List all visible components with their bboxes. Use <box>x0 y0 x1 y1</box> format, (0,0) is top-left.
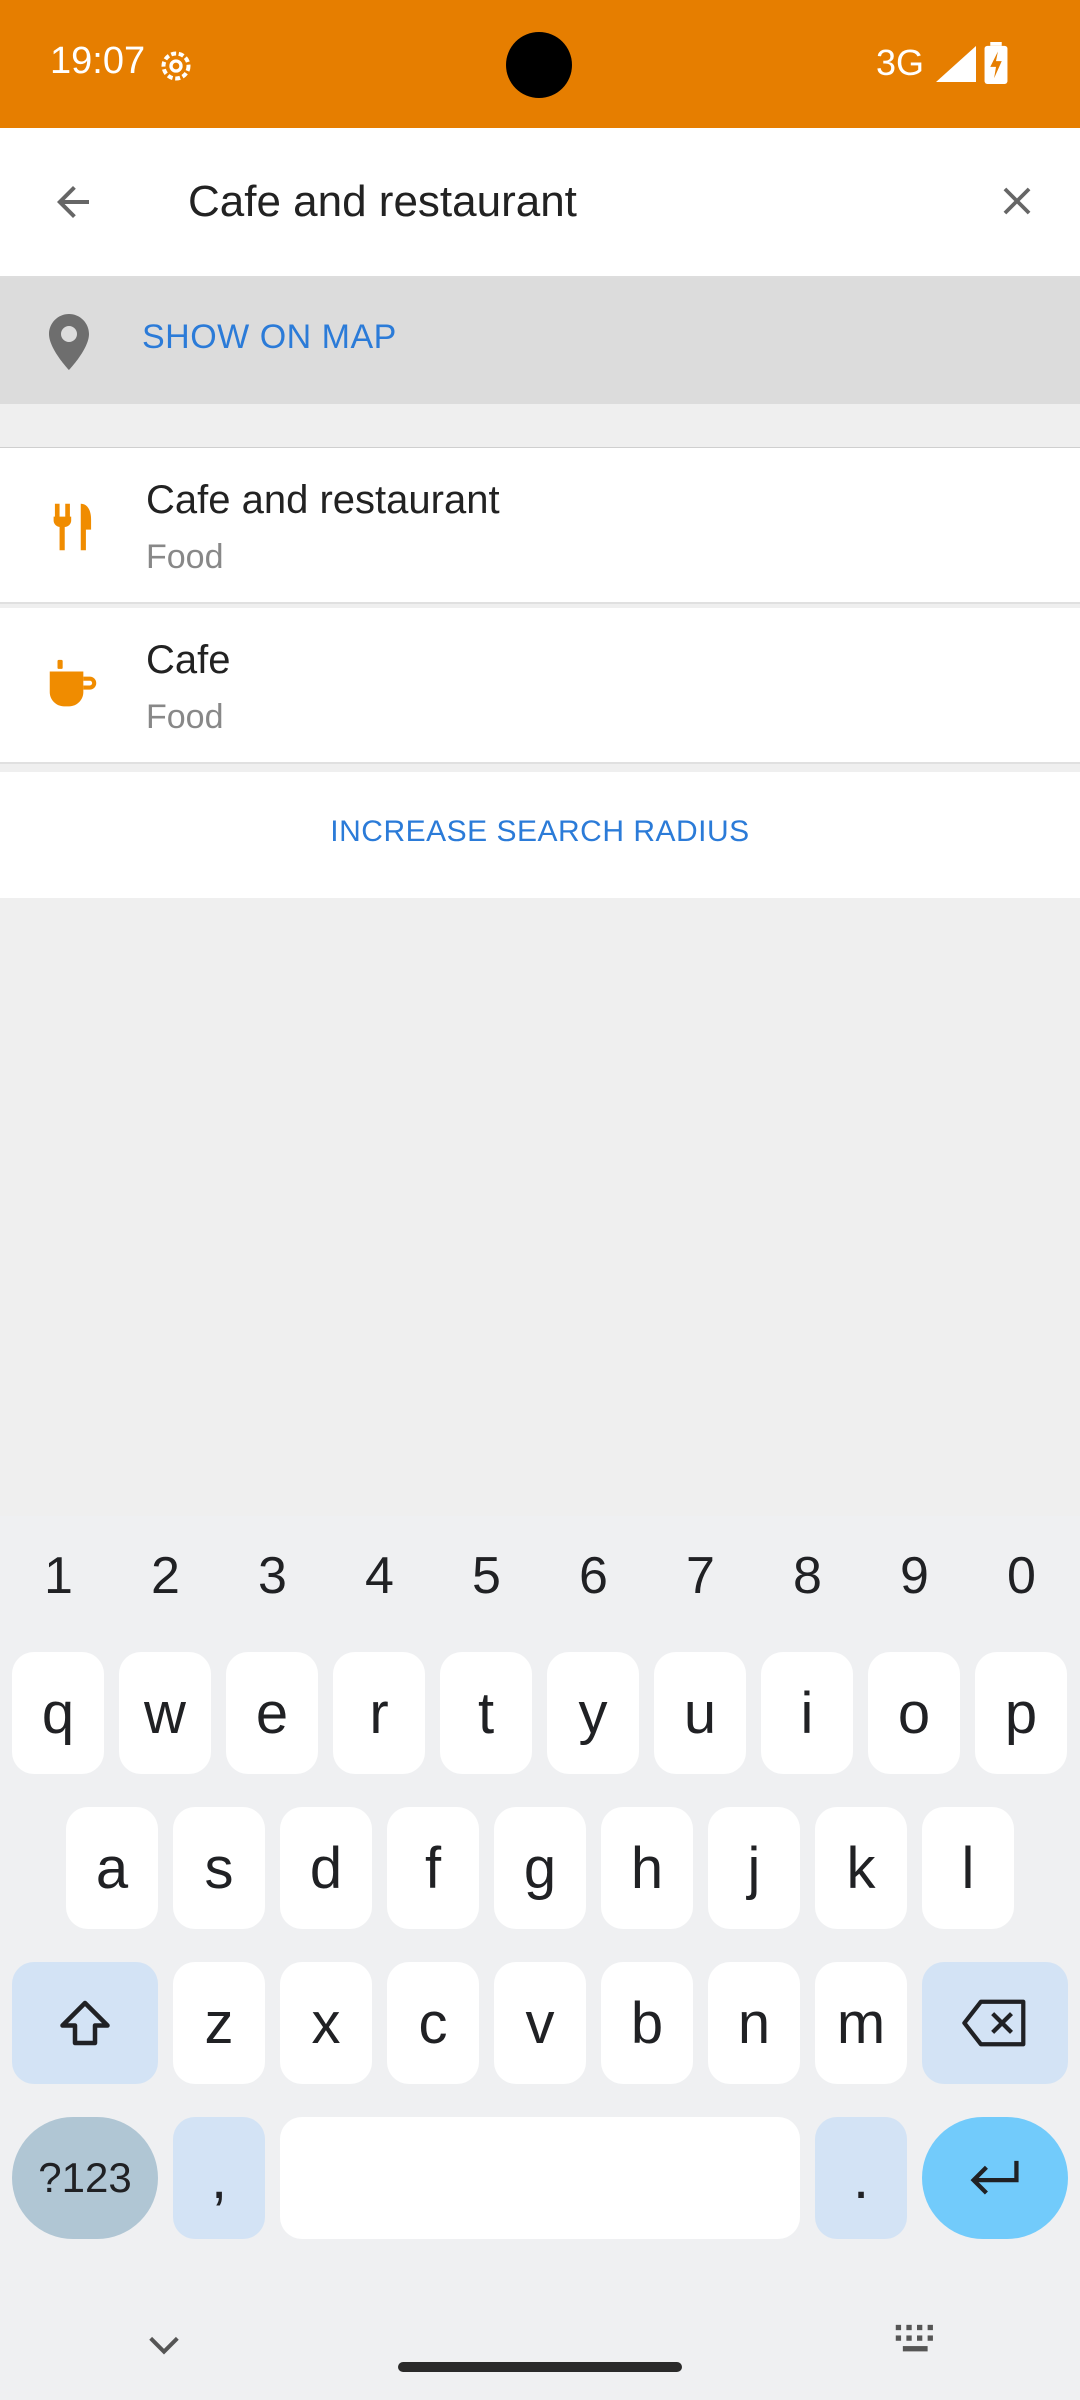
camera-cutout <box>506 32 572 98</box>
backspace-icon <box>962 1999 1026 2047</box>
shift-key[interactable] <box>12 1962 158 2084</box>
key-o[interactable]: o <box>868 1652 960 1774</box>
enter-arrow-icon <box>970 2160 1019 2195</box>
back-button[interactable] <box>0 128 146 276</box>
key-b[interactable]: b <box>601 1962 693 2084</box>
key-y[interactable]: y <box>547 1652 639 1774</box>
key-z[interactable]: z <box>173 1962 265 2084</box>
map-pin-icon <box>49 314 89 370</box>
key-0[interactable]: 0 <box>968 1546 1075 1606</box>
key-d[interactable]: d <box>280 1807 372 1929</box>
shift-icon <box>60 2000 110 2046</box>
key-q[interactable]: q <box>12 1652 104 1774</box>
empty-space <box>0 944 1080 1516</box>
backspace-key[interactable] <box>922 1962 1068 2084</box>
close-icon <box>1003 187 1031 215</box>
key-c[interactable]: c <box>387 1962 479 2084</box>
key-l[interactable]: l <box>922 1807 1014 1929</box>
result-title: Cafe <box>146 638 231 682</box>
fork-knife-icon <box>53 503 92 551</box>
comma-key[interactable]: , <box>173 2117 265 2239</box>
result-title: Cafe and restaurant <box>146 478 500 522</box>
arrow-left-icon <box>57 186 89 218</box>
increase-radius-row: INCREASE SEARCH RADIUS <box>0 772 1080 898</box>
key-n[interactable]: n <box>708 1962 800 2084</box>
period-key[interactable]: . <box>815 2117 907 2239</box>
enter-key[interactable] <box>922 2117 1068 2239</box>
key-i[interactable]: i <box>761 1652 853 1774</box>
list-item[interactable]: Cafe Food <box>0 608 1080 764</box>
key-j[interactable]: j <box>708 1807 800 1929</box>
symbols-key[interactable]: ?123 <box>12 2117 158 2239</box>
search-input[interactable] <box>188 128 954 276</box>
key-1[interactable]: 1 <box>5 1546 112 1606</box>
battery-charging-icon <box>984 42 1008 84</box>
key-u[interactable]: u <box>654 1652 746 1774</box>
keyboard-switch-icon[interactable] <box>894 2322 940 2356</box>
key-a[interactable]: a <box>66 1807 158 1929</box>
key-9[interactable]: 9 <box>861 1546 968 1606</box>
network-type: 3G <box>876 42 925 83</box>
search-bar <box>0 128 1080 278</box>
key-s[interactable]: s <box>173 1807 265 1929</box>
chevron-down-icon[interactable] <box>144 2330 184 2360</box>
key-w[interactable]: w <box>119 1652 211 1774</box>
key-2[interactable]: 2 <box>112 1546 219 1606</box>
navigation-handle[interactable] <box>398 2362 682 2372</box>
soft-keyboard: 1 2 3 4 5 6 7 8 9 0 <box>0 1516 1080 2400</box>
signal-icon <box>936 46 976 82</box>
key-5[interactable]: 5 <box>433 1546 540 1606</box>
clear-search-button[interactable] <box>954 138 1080 264</box>
space-key[interactable] <box>280 2117 800 2239</box>
status-time: 19:07 <box>50 40 146 82</box>
list-item[interactable]: Cafe and restaurant Food <box>0 448 1080 604</box>
key-v[interactable]: v <box>494 1962 586 2084</box>
key-4[interactable]: 4 <box>326 1546 433 1606</box>
key-7[interactable]: 7 <box>647 1546 754 1606</box>
key-h[interactable]: h <box>601 1807 693 1929</box>
key-k[interactable]: k <box>815 1807 907 1929</box>
show-on-map-label: SHOW ON MAP <box>142 318 397 356</box>
number-row: 1 2 3 4 5 6 7 8 9 0 <box>0 1516 1080 1642</box>
section-divider <box>0 404 1080 448</box>
key-f[interactable]: f <box>387 1807 479 1929</box>
key-8[interactable]: 8 <box>754 1546 861 1606</box>
key-t[interactable]: t <box>440 1652 532 1774</box>
key-e[interactable]: e <box>226 1652 318 1774</box>
settings-gear-icon <box>161 51 191 81</box>
show-on-map-button[interactable]: SHOW ON MAP <box>0 278 1080 404</box>
increase-search-radius-button[interactable]: INCREASE SEARCH RADIUS <box>42 790 1038 874</box>
coffee-cup-icon <box>49 659 97 707</box>
result-category: Food <box>146 538 224 576</box>
key-p[interactable]: p <box>975 1652 1067 1774</box>
result-category: Food <box>146 698 224 736</box>
status-bar: 19:07 3G <box>0 0 1080 128</box>
key-6[interactable]: 6 <box>540 1546 647 1606</box>
key-x[interactable]: x <box>280 1962 372 2084</box>
key-3[interactable]: 3 <box>219 1546 326 1606</box>
key-g[interactable]: g <box>494 1807 586 1929</box>
key-r[interactable]: r <box>333 1652 425 1774</box>
key-m[interactable]: m <box>815 1962 907 2084</box>
